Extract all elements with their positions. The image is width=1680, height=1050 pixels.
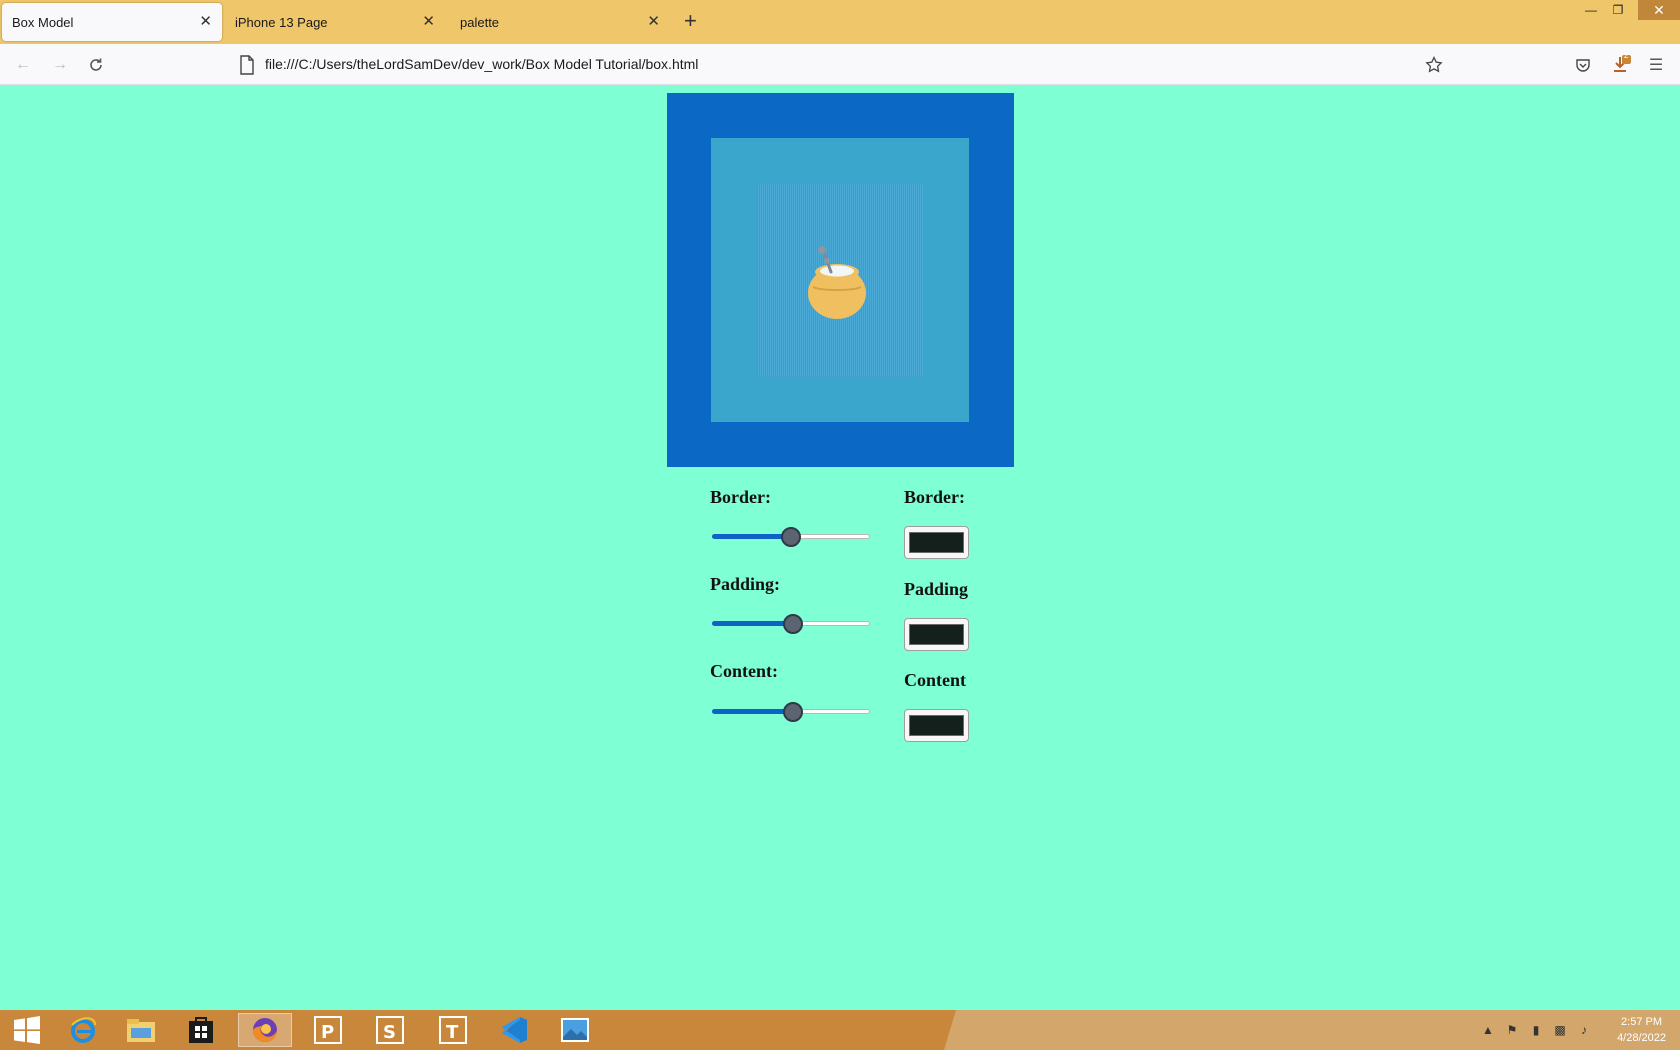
downloads-badge: 2 [1624,51,1629,60]
color-chip [909,624,964,645]
back-arrow-icon[interactable]: ← [11,53,35,77]
taskbar: P S T ▲ ⚑ ▮ ▩ ♪ 2:57 PM 4/28/2022 [0,1010,1680,1050]
action-center-flag-icon[interactable]: ⚑ [1503,1022,1521,1038]
volume-icon[interactable]: ♪ [1575,1022,1593,1038]
network-icon[interactable]: ▩ [1551,1022,1569,1038]
content-color-picker[interactable] [904,709,969,742]
new-tab-icon[interactable]: + [684,8,697,34]
color-chip [909,532,964,553]
taskbar-clock[interactable]: 2:57 PM 4/28/2022 [1617,1014,1666,1046]
taskbar-tray-area [944,1010,1680,1050]
downloads-icon[interactable]: 2 [1609,51,1633,77]
sway-icon[interactable]: S [363,1013,417,1047]
browser-tab-strip: Box Model ✕ iPhone 13 Page ✕ palette ✕ +… [0,0,1680,44]
slider-thumb[interactable] [782,702,803,722]
slider-fill [712,709,793,714]
tab-title: Box Model [12,14,74,30]
photos-icon[interactable] [548,1013,602,1047]
address-bar-url[interactable]: file:///C:/Users/theLordSamDev/dev_work/… [265,56,698,72]
close-tab-icon[interactable]: ✕ [647,13,660,31]
pocket-icon[interactable] [1571,53,1595,77]
padding-color-picker[interactable] [904,618,969,651]
project-icon[interactable]: P [301,1013,355,1047]
border-color-picker[interactable] [904,526,969,559]
window-close-icon[interactable]: ✕ [1638,0,1680,20]
svg-text:P: P [321,1022,334,1043]
forward-arrow-icon[interactable]: → [48,53,72,77]
padding-width-label: Padding: [710,574,781,594]
page-icon[interactable] [238,55,256,75]
color-chip [909,715,964,736]
tab-iphone-13-page[interactable]: iPhone 13 Page ✕ [225,3,445,41]
teams-t-icon[interactable]: T [426,1013,480,1047]
store-icon[interactable] [174,1013,228,1047]
tab-box-model[interactable]: Box Model ✕ [2,3,222,41]
vscode-icon[interactable] [487,1013,541,1047]
slider-fill [712,621,793,626]
navigation-bar: ← → file:///C:/Users/theLordSamDev/dev_w… [0,44,1680,85]
padding-width-slider[interactable] [710,613,872,635]
content-size-label: Content: [710,661,778,681]
svg-text:T: T [446,1022,459,1043]
tab-title: iPhone 13 Page [235,14,328,30]
close-tab-icon[interactable]: ✕ [199,13,212,31]
tab-palette[interactable]: palette ✕ [450,3,670,41]
content-color-label: Content [904,670,966,690]
border-width-label: Border: [710,487,771,507]
reload-icon[interactable] [84,53,108,77]
slider-thumb[interactable] [781,527,801,547]
file-explorer-icon[interactable] [114,1013,168,1047]
battery-icon[interactable]: ▮ [1527,1022,1545,1038]
slider-thumb[interactable] [782,614,803,634]
tab-title: palette [460,14,500,30]
show-hidden-icons-icon[interactable]: ▲ [1479,1022,1497,1038]
clock-time: 2:57 PM [1621,1016,1663,1028]
close-tab-icon[interactable]: ✕ [422,13,435,31]
internet-explorer-icon[interactable] [56,1013,110,1047]
honey-pot-icon [808,246,866,319]
restore-icon[interactable]: ❐ [1600,0,1636,20]
svg-text:S: S [383,1022,396,1043]
clock-date: 4/28/2022 [1617,1032,1666,1044]
content-size-slider[interactable] [710,701,872,723]
menu-hamburger-icon[interactable]: ☰ [1644,53,1668,77]
padding-color-label: Padding [904,579,969,599]
firefox-icon[interactable] [238,1013,292,1047]
slider-fill [712,534,791,539]
windows-start-icon[interactable] [0,1013,54,1047]
border-color-label: Border: [904,487,965,507]
bookmark-star-icon[interactable] [1422,53,1446,77]
border-width-slider[interactable] [710,526,872,548]
